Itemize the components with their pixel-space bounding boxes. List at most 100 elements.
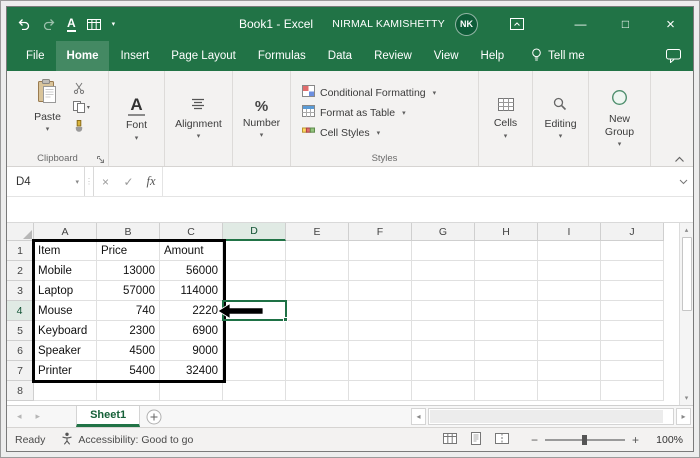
cell-F5[interactable]: [349, 321, 412, 341]
cell-H6[interactable]: [475, 341, 538, 361]
column-header-H[interactable]: H: [475, 223, 538, 241]
copy-icon[interactable]: ▾: [72, 101, 90, 113]
cell-B4[interactable]: 740: [97, 301, 160, 321]
cell-B3[interactable]: 57000: [97, 281, 160, 301]
cell-D7[interactable]: [223, 361, 286, 381]
cell-E1[interactable]: [286, 241, 349, 261]
cell-H1[interactable]: [475, 241, 538, 261]
tab-page-layout[interactable]: Page Layout: [160, 41, 247, 71]
cell-J3[interactable]: [601, 281, 664, 301]
cell-F7[interactable]: [349, 361, 412, 381]
paste-button[interactable]: Paste ▾: [27, 76, 68, 138]
cell-F1[interactable]: [349, 241, 412, 261]
column-header-E[interactable]: E: [286, 223, 349, 241]
tell-me-button[interactable]: Tell me: [531, 48, 585, 65]
zoom-slider-thumb[interactable]: [581, 434, 587, 445]
row-header-2[interactable]: 2: [7, 261, 34, 281]
row-header-6[interactable]: 6: [7, 341, 34, 361]
cell-I1[interactable]: [538, 241, 601, 261]
zoom-in-button[interactable]: +: [628, 433, 643, 447]
column-header-D[interactable]: D: [223, 223, 286, 241]
horizontal-scrollbar-thumb[interactable]: [430, 410, 663, 423]
cell-H5[interactable]: [475, 321, 538, 341]
cell-J7[interactable]: [601, 361, 664, 381]
formula-bar-expand-icon[interactable]: [673, 167, 693, 196]
column-header-A[interactable]: A: [34, 223, 97, 241]
scroll-left-icon[interactable]: ◂: [411, 408, 426, 425]
vertical-scrollbar-thumb[interactable]: [681, 237, 692, 311]
cell-E5[interactable]: [286, 321, 349, 341]
cell-D6[interactable]: [223, 341, 286, 361]
user-avatar[interactable]: NK: [455, 12, 478, 36]
cell-D3[interactable]: [223, 281, 286, 301]
editing-button[interactable]: Editing ▾: [537, 94, 583, 145]
cell-A1[interactable]: Item: [34, 241, 97, 261]
user-name[interactable]: NIRMAL KAMISHETTY: [332, 18, 445, 30]
row-header-1[interactable]: 1: [7, 241, 34, 261]
tab-review[interactable]: Review: [363, 41, 423, 71]
cell-H3[interactable]: [475, 281, 538, 301]
scroll-down-icon[interactable]: ▾: [680, 391, 693, 405]
minimize-button[interactable]: —: [558, 7, 603, 41]
sheet-nav-left-icon[interactable]: ◂: [17, 411, 22, 422]
cell-G6[interactable]: [412, 341, 475, 361]
conditional-formatting-button[interactable]: Conditional Formatting ▾: [302, 85, 436, 100]
number-button[interactable]: % Number ▾: [236, 96, 287, 144]
cell-I8[interactable]: [538, 381, 601, 401]
cell-C7[interactable]: 32400: [160, 361, 223, 381]
cell-J1[interactable]: [601, 241, 664, 261]
zoom-out-button[interactable]: −: [527, 433, 542, 447]
cell-H7[interactable]: [475, 361, 538, 381]
insert-function-icon[interactable]: fx: [140, 167, 163, 196]
format-painter-icon[interactable]: [73, 120, 90, 132]
cell-F3[interactable]: [349, 281, 412, 301]
cell-D2[interactable]: [223, 261, 286, 281]
cell-D5[interactable]: [223, 321, 286, 341]
accessibility-status[interactable]: Accessibility: Good to go: [61, 432, 193, 448]
cancel-icon[interactable]: ×: [94, 167, 117, 196]
cell-E6[interactable]: [286, 341, 349, 361]
cell-B7[interactable]: 5400: [97, 361, 160, 381]
tab-view[interactable]: View: [423, 41, 470, 71]
format-as-table-button[interactable]: Format as Table ▾: [302, 105, 406, 120]
cell-I6[interactable]: [538, 341, 601, 361]
cell-A4[interactable]: Mouse: [34, 301, 97, 321]
clipboard-dialog-launcher-icon[interactable]: [96, 155, 105, 164]
column-header-I[interactable]: I: [538, 223, 601, 241]
tab-file[interactable]: File: [15, 41, 56, 71]
cell-C4[interactable]: 2220: [160, 301, 223, 321]
column-header-C[interactable]: C: [160, 223, 223, 241]
cell-C5[interactable]: 6900: [160, 321, 223, 341]
cell-G1[interactable]: [412, 241, 475, 261]
maximize-button[interactable]: □: [603, 7, 648, 41]
row-header-4[interactable]: 4: [7, 301, 34, 321]
tab-formulas[interactable]: Formulas: [247, 41, 317, 71]
enter-icon[interactable]: ✓: [117, 167, 140, 196]
sheet-nav-right-icon[interactable]: ▸: [36, 411, 41, 422]
tab-data[interactable]: Data: [317, 41, 363, 71]
horizontal-scrollbar-track[interactable]: [428, 408, 674, 425]
tab-insert[interactable]: Insert: [109, 41, 160, 71]
cell-I3[interactable]: [538, 281, 601, 301]
page-layout-view-icon[interactable]: [469, 431, 483, 448]
cell-J5[interactable]: [601, 321, 664, 341]
cell-B5[interactable]: 2300: [97, 321, 160, 341]
collapse-ribbon-icon[interactable]: [674, 156, 685, 163]
row-header-5[interactable]: 5: [7, 321, 34, 341]
tab-home[interactable]: Home: [55, 41, 110, 71]
font-button[interactable]: A Font ▾: [119, 93, 154, 146]
cell-D1[interactable]: [223, 241, 286, 261]
cell-G5[interactable]: [412, 321, 475, 341]
cell-D8[interactable]: [223, 381, 286, 401]
cell-H4[interactable]: [475, 301, 538, 321]
cell-G8[interactable]: [412, 381, 475, 401]
scroll-right-icon[interactable]: ▸: [676, 408, 691, 425]
cell-F8[interactable]: [349, 381, 412, 401]
cell-G7[interactable]: [412, 361, 475, 381]
undo-icon[interactable]: [17, 18, 31, 30]
cell-C8[interactable]: [160, 381, 223, 401]
column-header-F[interactable]: F: [349, 223, 412, 241]
zoom-slider[interactable]: [544, 434, 625, 445]
cell-J4[interactable]: [601, 301, 664, 321]
tab-help[interactable]: Help: [470, 41, 516, 71]
